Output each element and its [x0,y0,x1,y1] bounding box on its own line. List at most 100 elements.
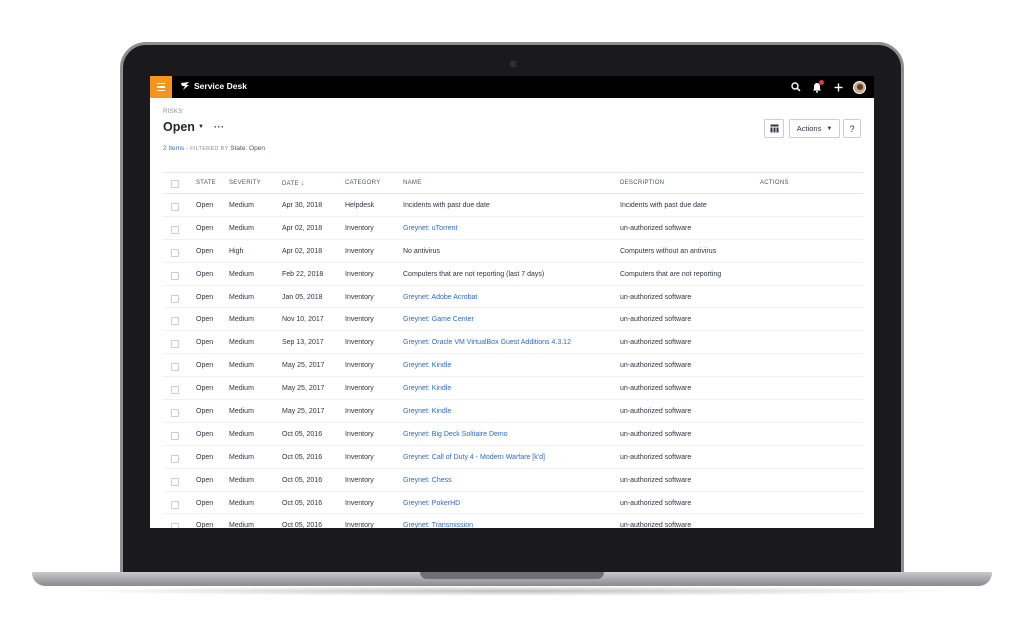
row-checkbox[interactable] [171,386,179,395]
cell-severity: Medium [229,408,254,416]
table-row[interactable]: Open Medium May 25, 2017 Inventory Greynet: … [163,377,863,401]
table-row[interactable]: Open Medium Sep 13, 2017 Inventory Greynet: … [163,331,863,355]
cell-name[interactable]: Greynet: Kindle [403,408,451,415]
row-checkbox[interactable] [171,317,179,326]
cell-category: Inventory [345,408,374,416]
column-header-category[interactable]: CATEGORY [345,180,381,186]
cell-name[interactable]: Greynet: Oracle VM VirtualBox Guest Addi… [403,339,571,346]
search-icon[interactable] [790,79,802,95]
page-title[interactable]: Open ▼ [163,120,204,134]
row-checkbox[interactable] [171,500,179,509]
cell-severity: Medium [229,385,254,393]
cell-name[interactable]: Greynet: Big Deck Solitaire Demo [403,431,508,438]
row-checkbox[interactable] [171,203,179,211]
table-row[interactable]: Open Medium Oct 05, 2016 Inventory Greynet: … [163,514,863,528]
cell-name[interactable]: Greynet: Chess [403,477,452,484]
filtered-by-label: FILTERED BY [190,146,229,152]
table-row[interactable]: Open Medium Feb 22, 2018 Inventory Computers… [163,263,863,286]
brand[interactable]: Service Desk [180,81,247,91]
cell-severity: Medium [229,202,254,209]
filter-separator: · [186,145,189,152]
row-checkbox[interactable] [171,225,179,234]
camera [510,61,516,67]
cell-category: Inventory [345,430,374,438]
column-header-state[interactable]: STATE [196,180,216,186]
item-count[interactable]: 2 Items [163,145,184,152]
row-checkbox[interactable] [171,523,179,528]
menu-icon[interactable] [150,76,172,98]
table-row[interactable]: Open Medium Nov 10, 2017 Inventory Greynet: … [163,308,863,332]
laptop-shadow [60,586,964,596]
more-options-button[interactable]: ··· [214,122,225,132]
table-row[interactable]: Open Medium May 25, 2017 Inventory Greynet: … [163,354,863,378]
laptop-notch [420,572,604,579]
cell-severity: Medium [229,453,254,461]
column-header-date-label: DATE [282,181,299,187]
cell-category: Inventory [345,385,374,393]
table-row[interactable]: Open Medium Oct 05, 2016 Inventory Greynet: … [163,469,863,492]
row-checkbox[interactable] [171,363,179,372]
cell-name[interactable]: Greynet: Call of Duty 4 - Modern Warfare… [403,454,545,461]
cell-description: un-authorized software [620,430,692,438]
table-row[interactable]: Open Medium Oct 05, 2016 Inventory Greynet: … [163,446,863,469]
cell-date: Apr 02, 2018 [282,247,323,255]
cell-name[interactable]: Greynet: Transmission [403,522,473,528]
table-row[interactable]: Open High Apr 02, 2018 Inventory No antiviru… [163,240,863,263]
bell-icon[interactable] [811,79,824,95]
row-checkbox[interactable] [171,477,179,486]
cell-category: Inventory [345,316,374,324]
row-checkbox[interactable] [171,271,179,280]
cell-name[interactable]: Greynet: Kindle [403,385,451,392]
cell-date: Feb 22, 2018 [282,270,324,278]
column-header-name[interactable]: NAME [403,180,422,186]
cell-state: Open [196,202,214,209]
cell-severity: Medium [229,224,254,232]
row-checkbox[interactable] [171,340,179,349]
cell-date: Oct 05, 2016 [282,453,323,461]
table-row[interactable]: Open Medium Apr 30, 2018 Helpdesk Incidents … [163,194,863,217]
cell-category: Inventory [345,476,374,484]
cell-date: Sep 13, 2017 [282,339,324,347]
column-header-date[interactable]: DATE ↓ [282,180,305,187]
table-row[interactable]: Open Medium Apr 02, 2018 Inventory Greynet: … [163,217,863,240]
cell-name[interactable]: Greynet: uTorrent [403,225,457,232]
cell-name: No antivirus [403,247,440,255]
cell-category: Helpdesk [345,202,375,209]
actions-button[interactable]: Actions ▼ [789,119,840,138]
cell-description: un-authorized software [620,476,692,484]
row-checkbox[interactable] [171,409,179,418]
avatar[interactable] [853,80,866,94]
row-checkbox[interactable] [171,431,179,440]
column-header-severity[interactable]: SEVERITY [229,180,261,186]
row-checkbox[interactable] [171,294,179,303]
notification-badge [819,80,824,85]
cell-state: Open [196,499,214,507]
column-header-description[interactable]: DESCRIPTION [620,180,664,186]
help-button[interactable]: ? [843,119,861,138]
table-row[interactable]: Open Medium Oct 05, 2016 Inventory Greynet: … [163,423,863,446]
table-row[interactable]: Open Medium Jan 05, 2018 Inventory Greynet: … [163,286,863,309]
cell-name[interactable]: Greynet: Kindle [403,362,451,369]
cell-date: May 25, 2017 [282,408,325,416]
row-checkbox[interactable] [171,454,179,463]
cell-description: Computers without an antivirus [620,247,717,255]
cell-date: Oct 05, 2016 [282,430,323,438]
breadcrumb[interactable]: RISKS [163,109,183,115]
select-all-checkbox[interactable] [171,180,179,188]
cell-name[interactable]: Greynet: Game Center [403,316,474,323]
app-screen: Service Desk RISKS Open ▼ ··· 2 Items · … [150,76,874,528]
cell-name[interactable]: Greynet: Adobe Acrobat [403,294,477,301]
row-checkbox[interactable] [171,248,179,257]
plus-icon[interactable] [832,79,844,95]
cell-state: Open [196,339,214,347]
cell-state: Open [196,522,214,528]
top-bar: Service Desk [150,76,874,98]
table-row[interactable]: Open Medium May 25, 2017 Inventory Greynet: … [163,400,863,423]
table-row[interactable]: Open Medium Oct 05, 2016 Inventory Greynet: … [163,492,863,515]
cell-state: Open [196,247,214,255]
cell-name[interactable]: Greynet: PokerHD [403,500,460,507]
columns-button[interactable] [764,119,784,138]
cell-description: un-authorized software [620,316,692,324]
filter-value[interactable]: State: Open [230,145,265,152]
cell-date: Apr 02, 2018 [282,224,323,232]
